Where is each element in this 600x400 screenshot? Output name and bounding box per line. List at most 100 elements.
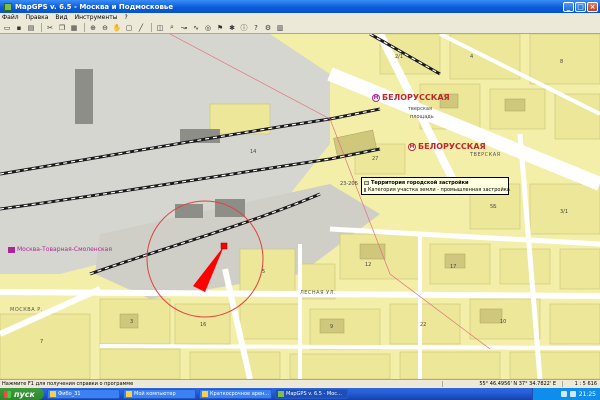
taskbar-item-label: Краткосрочное арен...: [210, 391, 270, 397]
house-number: 3: [130, 319, 134, 325]
toolbar: ▭ ▪ ▤ ✂ ❐ ▦ ⊕ ⊖ ✋ ▢ ╱ ◫ ⌕ ↝ ∿ ◎ ⚑ ✱ ⓘ ? …: [0, 22, 600, 34]
metro-station-label[interactable]: M БЕЛОРУССКАЯ: [372, 93, 450, 102]
legend-swatch: [364, 187, 366, 192]
ruler-icon[interactable]: ╱: [136, 23, 146, 32]
taskbar-item[interactable]: Краткосрочное арен...: [199, 389, 272, 399]
tooltip-text: Территория городской застройки: [371, 179, 469, 186]
open-icon[interactable]: ▭: [2, 23, 12, 32]
house-number: 22: [420, 322, 427, 328]
zoom-in-icon[interactable]: ⊕: [88, 23, 98, 32]
status-bar: Нажмите F1 для получения справки о прогр…: [0, 379, 600, 388]
metro-station-label[interactable]: M БЕЛОРУССКАЯ: [408, 142, 486, 151]
help-icon[interactable]: ?: [251, 23, 261, 32]
print-preview-icon[interactable]: ▥: [275, 23, 285, 32]
house-number: 7: [40, 339, 44, 345]
hand-icon[interactable]: ✋: [112, 23, 122, 32]
metro-station-name: БЕЛОРУССКАЯ: [382, 93, 450, 102]
house-number: 17: [450, 264, 457, 270]
legend-swatch: [364, 180, 369, 185]
speaker-icon[interactable]: [560, 391, 567, 397]
cursor-coordinates: 55° 46.4956' N 37° 34.7822' E: [442, 381, 562, 387]
cut-icon[interactable]: ✂: [45, 23, 55, 32]
windows-logo-icon: [4, 390, 11, 398]
tooltip-line: Категория участка земли - промышленная з…: [364, 186, 510, 193]
house-number: 23-20Б: [340, 181, 358, 187]
map-object-tooltip: Территория городской застройки Категория…: [361, 177, 510, 195]
menu-tools[interactable]: Инструменты: [75, 14, 118, 21]
metro-station-name: БЕЛОРУССКАЯ: [418, 142, 486, 151]
menu-bar: Файл Правка Вид Инструменты ?: [0, 13, 600, 22]
railway-station-name: Москва-Товарная-Смоленская: [17, 246, 112, 253]
settings-icon[interactable]: ⚙: [263, 23, 273, 32]
metro-icon: M: [408, 142, 416, 151]
gps-icon[interactable]: ◎: [203, 23, 213, 32]
menu-view[interactable]: Вид: [55, 14, 67, 21]
document-icon: [202, 391, 208, 397]
select-icon[interactable]: ▢: [124, 23, 134, 32]
tooltip-text: Категория участка земли - промышленная з…: [368, 186, 510, 193]
house-number: 12: [365, 262, 372, 268]
app-icon: [4, 2, 12, 11]
house-number: 3/1: [560, 209, 569, 215]
house-number: 4: [470, 54, 474, 60]
taskbar: пуск Фибо_31 Мой компьютер Краткосрочное…: [0, 388, 600, 400]
folder-icon: [50, 391, 56, 397]
menu-file[interactable]: Файл: [2, 14, 19, 21]
search-icon[interactable]: ⌕: [167, 23, 177, 32]
house-number: 14: [250, 149, 257, 155]
house-number: 27: [372, 156, 379, 162]
track-icon[interactable]: ∿: [191, 23, 201, 32]
street-label: МОСКВА Р.: [10, 307, 43, 313]
house-number: 5Б: [490, 204, 497, 210]
map-canvas[interactable]: [0, 34, 600, 379]
save-icon[interactable]: ▪: [14, 23, 24, 32]
taskbar-item[interactable]: Фибо_31: [47, 389, 120, 399]
title-bar: MapGPS v. 6.5 - Москва и Подмосковье _ □…: [0, 0, 600, 13]
railway-station-label[interactable]: Москва-Товарная-Смоленская: [8, 246, 112, 253]
tooltip-line: Территория городской застройки: [364, 179, 506, 186]
start-label: пуск: [14, 389, 35, 399]
house-number: 2/1: [395, 54, 404, 60]
clock: 21:25: [578, 390, 596, 398]
taskbar-item-label: Фибо_31: [58, 391, 81, 397]
house-number: 16: [200, 322, 207, 328]
menu-edit[interactable]: Правка: [26, 14, 49, 21]
taskbar-item-label: MapGPS v. 6.5 - Мос...: [286, 391, 342, 397]
maximize-button[interactable]: □: [575, 1, 586, 12]
copy-icon[interactable]: ❐: [57, 23, 67, 32]
street-label: ТВЕРСКАЯ: [470, 152, 501, 158]
house-number: 8: [560, 59, 564, 65]
map-scale: 1 : 5 616: [562, 381, 600, 387]
info-icon[interactable]: ⓘ: [239, 23, 249, 32]
app-icon: [278, 391, 284, 397]
taskbar-item-label: Мой компьютер: [134, 391, 176, 397]
status-hint: Нажмите F1 для получения справки о прогр…: [2, 381, 134, 387]
minimize-button[interactable]: _: [563, 1, 574, 12]
taskbar-item-active[interactable]: MapGPS v. 6.5 - Мос...: [275, 389, 348, 399]
map-view[interactable]: M БЕЛОРУССКАЯ тверская площадь M БЕЛОРУС…: [0, 34, 600, 379]
railway-station-icon: [8, 246, 15, 253]
zoom-out-icon[interactable]: ⊖: [100, 23, 110, 32]
waypoint-icon[interactable]: ⚑: [215, 23, 225, 32]
menu-help[interactable]: ?: [125, 14, 128, 21]
metro-sublabel: тверская: [408, 106, 432, 112]
house-number: 10: [500, 319, 507, 325]
poi-icon[interactable]: ✱: [227, 23, 237, 32]
route-icon[interactable]: ↝: [179, 23, 189, 32]
house-number: 9: [330, 324, 334, 330]
print-icon[interactable]: ▤: [26, 23, 36, 32]
toolbar-separator: [84, 23, 85, 32]
toolbar-separator: [41, 23, 42, 32]
metro-sublabel: площадь: [410, 114, 434, 120]
network-icon[interactable]: [569, 391, 576, 397]
start-button[interactable]: пуск: [0, 388, 44, 400]
close-button[interactable]: ×: [587, 1, 598, 12]
system-tray: 21:25: [532, 388, 600, 400]
window-title: MapGPS v. 6.5 - Москва и Подмосковье: [15, 2, 174, 11]
paste-icon[interactable]: ▦: [69, 23, 79, 32]
street-label: ЛЕСНАЯ УЛ.: [300, 290, 337, 296]
taskbar-item[interactable]: Мой компьютер: [123, 389, 196, 399]
layers-icon[interactable]: ◫: [155, 23, 165, 32]
toolbar-separator: [151, 23, 152, 32]
gps-position-marker[interactable]: [220, 242, 228, 250]
